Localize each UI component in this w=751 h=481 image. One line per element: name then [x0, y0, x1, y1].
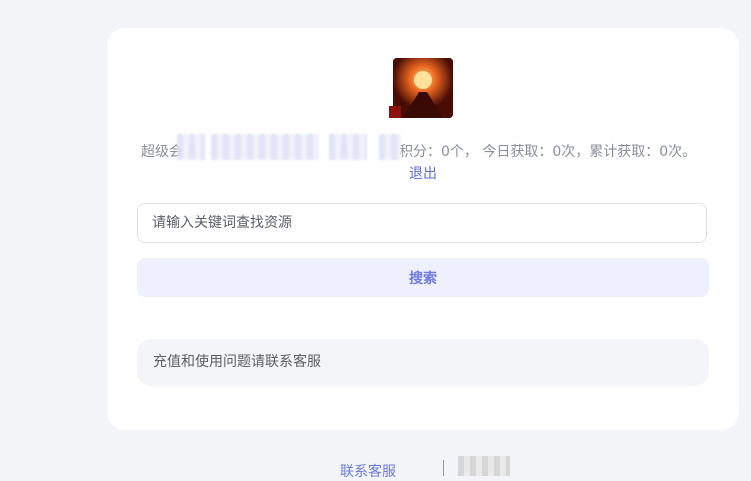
search-button[interactable]: 搜索 — [137, 258, 709, 297]
user-stats: 积分：0个， 今日获取：0次，累计获取：0次。 — [399, 144, 697, 160]
avatar-badge — [389, 106, 401, 118]
redacted-block — [458, 456, 510, 476]
contact-support-link[interactable]: 联系客服 — [340, 461, 396, 481]
main-card: 超级会 积分：0个， 今日获取：0次，累计获取：0次。 退出 搜索 充值和使用问… — [107, 28, 739, 430]
redacted-block — [379, 134, 401, 160]
redacted-block — [211, 134, 319, 160]
support-notice: 充值和使用问题请联系客服 — [137, 339, 709, 386]
redacted-block — [177, 134, 205, 160]
logout-link[interactable]: 退出 — [409, 163, 437, 183]
avatar — [393, 58, 453, 118]
redacted-block — [329, 134, 367, 160]
footer-divider — [443, 460, 444, 476]
search-input[interactable] — [137, 203, 707, 243]
